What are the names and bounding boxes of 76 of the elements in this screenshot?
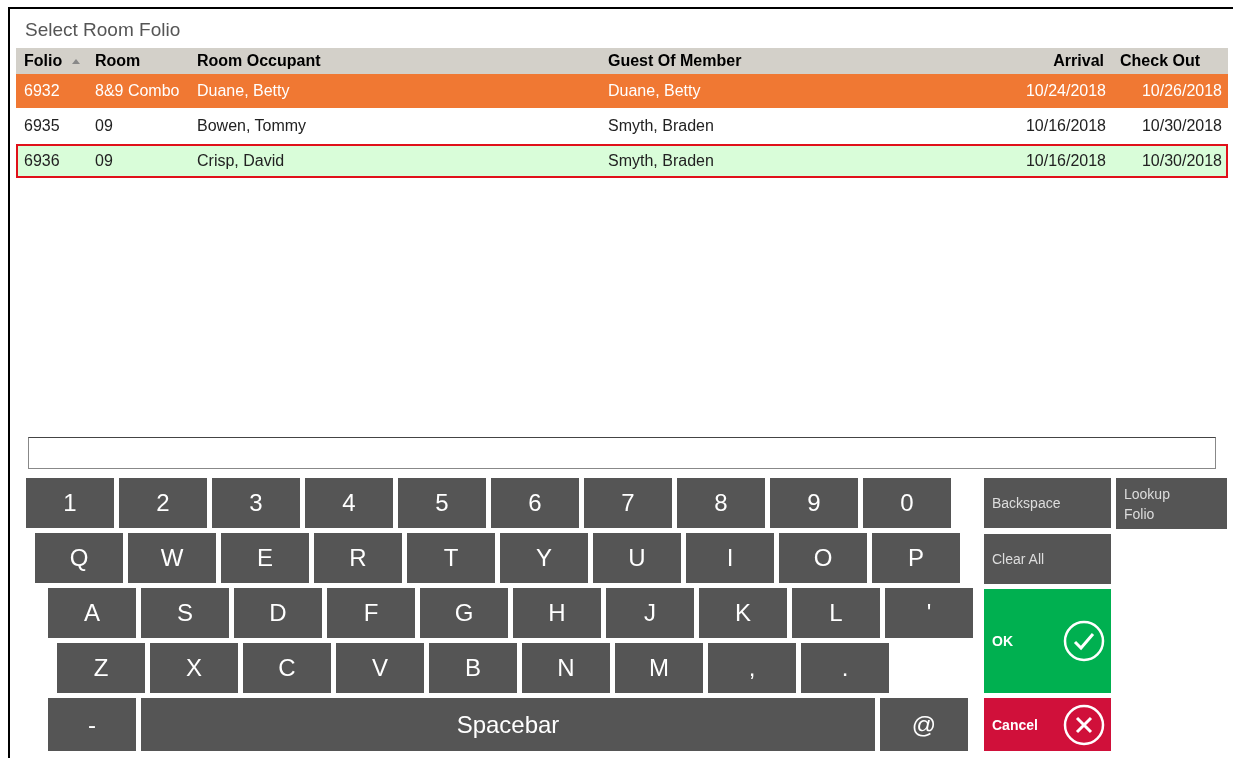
keyboard-key[interactable]: V [336, 643, 424, 693]
check-circle-icon [1063, 620, 1105, 662]
keyboard-key[interactable]: 6 [491, 478, 579, 528]
keyboard-key[interactable]: H [513, 588, 601, 638]
close-circle-icon [1063, 703, 1105, 746]
sort-arrow-icon [72, 58, 81, 64]
spacebar-key[interactable]: Spacebar [141, 698, 875, 751]
keyboard-key[interactable]: K [699, 588, 787, 638]
column-header[interactable]: Arrival [1053, 49, 1104, 73]
table-cell-text: 09 [95, 151, 113, 171]
keyboard-key[interactable]: Q [35, 533, 123, 583]
keyboard-key[interactable]: T [407, 533, 495, 583]
dialog-title: Select Room Folio [24, 18, 181, 42]
table-cell-text: 6935 [24, 116, 60, 136]
column-header[interactable]: Guest Of Member [608, 49, 742, 73]
table-cell-text: 8&9 Combo [95, 81, 180, 101]
function-button[interactable]: Backspace [984, 478, 1111, 528]
column-header[interactable]: Room Occupant [197, 49, 321, 73]
keyboard-key[interactable]: 5 [398, 478, 486, 528]
keyboard-key[interactable]: J [606, 588, 694, 638]
table-row[interactable]: 6936 09 Crisp, David Smyth, Braden 10/16/2018 10/30/2018 [16, 144, 1228, 178]
keyboard-key[interactable]: F [327, 588, 415, 638]
keyboard-key[interactable]: E [221, 533, 309, 583]
keyboard-key[interactable]: 4 [305, 478, 393, 528]
keyboard-key[interactable]: I [686, 533, 774, 583]
keyboard-key[interactable]: C [243, 643, 331, 693]
table-cell-text: 10/30/2018 [1141, 151, 1222, 171]
cancel-button[interactable]: Cancel [984, 698, 1111, 751]
keyboard-key[interactable]: L [792, 588, 880, 638]
keyboard-key[interactable]: Y [500, 533, 588, 583]
keyboard-key[interactable]: A [48, 588, 136, 638]
keyboard-key[interactable]: , [708, 643, 796, 693]
keyboard-key[interactable]: M [615, 643, 703, 693]
keyboard-key[interactable]: P [872, 533, 960, 583]
keyboard-key[interactable]: 8 [677, 478, 765, 528]
table-cell-text: 10/24/2018 [1025, 81, 1106, 101]
keyboard-key[interactable]: 7 [584, 478, 672, 528]
keyboard-key[interactable]: 1 [26, 478, 114, 528]
keyboard-key[interactable]: S [141, 588, 229, 638]
search-field[interactable] [28, 437, 1216, 469]
table-cell-text: 6932 [24, 81, 60, 101]
keyboard-key[interactable]: Z [57, 643, 145, 693]
keyboard-key[interactable]: W [128, 533, 216, 583]
keyboard-key[interactable]: D [234, 588, 322, 638]
keyboard-key[interactable]: R [314, 533, 402, 583]
table-cell-text: 09 [95, 116, 113, 136]
keyboard-key[interactable]: . [801, 643, 889, 693]
keyboard-key[interactable]: ' [885, 588, 973, 638]
column-header[interactable]: Check Out [1120, 49, 1200, 73]
keyboard-key[interactable]: 2 [119, 478, 207, 528]
keyboard-key[interactable]: G [420, 588, 508, 638]
function-button[interactable]: Lookup Folio [1116, 478, 1227, 529]
table-cell-text: Bowen, Tommy [197, 116, 307, 136]
column-header[interactable]: Room [95, 49, 141, 73]
keyboard-key[interactable]: O [779, 533, 867, 583]
keyboard-key[interactable]: - [48, 698, 136, 751]
table-cell-text: Duane, Betty [608, 81, 701, 101]
table-cell-text: Duane, Betty [197, 81, 290, 101]
table-cell-text: 6936 [24, 151, 60, 171]
keyboard-key[interactable]: N [522, 643, 610, 693]
keyboard-key[interactable]: 0 [863, 478, 951, 528]
table-cell-text: 10/30/2018 [1141, 116, 1222, 136]
column-header[interactable]: Folio [24, 49, 81, 73]
table-cell-text: 10/26/2018 [1141, 81, 1222, 101]
keyboard-key[interactable]: 3 [212, 478, 300, 528]
keyboard-key[interactable]: B [429, 643, 517, 693]
keyboard-key[interactable]: @ [880, 698, 968, 751]
keyboard-key[interactable]: U [593, 533, 681, 583]
keyboard-key[interactable]: X [150, 643, 238, 693]
table-cell-text: Smyth, Braden [608, 151, 714, 171]
keyboard-key[interactable]: 9 [770, 478, 858, 528]
table-cell-text: Crisp, David [197, 151, 285, 171]
table-cell-text: 10/16/2018 [1025, 116, 1106, 136]
table-cell-text: Smyth, Braden [608, 116, 714, 136]
function-button[interactable]: Clear All [984, 534, 1111, 584]
table-cell-text: 10/16/2018 [1025, 151, 1106, 171]
